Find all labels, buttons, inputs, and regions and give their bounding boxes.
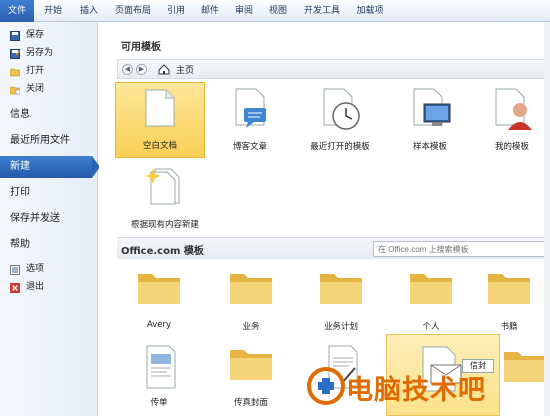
recent-templates-icon <box>323 88 360 130</box>
template-label: 传真封面 <box>233 398 268 408</box>
folder-icon <box>230 274 272 304</box>
exit-label: 退出 <box>26 282 45 292</box>
tab-file[interactable]: 文件 <box>0 0 34 22</box>
breadcrumb: ◀ ▶ 主页 <box>117 59 547 79</box>
exit-icon <box>10 282 20 293</box>
folder-label: Avery <box>146 320 172 330</box>
blog-post-icon <box>235 88 266 128</box>
close-command[interactable]: 关闭 <box>0 80 98 98</box>
folder-icon <box>320 274 362 304</box>
template-label: 传单 <box>150 398 168 408</box>
folder-icon <box>230 350 272 380</box>
nav-help[interactable]: 帮助 <box>0 234 98 256</box>
folder-icon <box>410 274 452 304</box>
template-label: 空白文档 <box>142 141 177 151</box>
close-label: 关闭 <box>26 84 45 94</box>
template-blog-post[interactable]: 博客文章 <box>205 82 295 158</box>
save-command[interactable]: 保存 <box>0 26 98 44</box>
template-label: 博客文章 <box>232 142 267 152</box>
blank-document-icon <box>145 89 175 127</box>
flyer-icon <box>146 345 176 389</box>
tab-references[interactable]: 引用 <box>162 0 190 22</box>
nav-print[interactable]: 打印 <box>0 182 98 204</box>
available-templates-heading: 可用模板 <box>121 42 161 53</box>
watermark-logo-icon <box>307 367 345 405</box>
tab-page-layout[interactable]: 页面布局 <box>110 0 156 22</box>
ribbon-tab-bar: 文件 开始 插入 页面布局 引用 邮件 审阅 视图 开发工具 加载项 <box>0 0 550 22</box>
vertical-scrollbar[interactable] <box>544 22 550 416</box>
template-samples[interactable]: 样本模板 <box>385 82 475 158</box>
folder-icon <box>488 274 530 304</box>
close-folder-icon <box>9 84 21 95</box>
folder-label: 业务计划 <box>323 322 358 332</box>
tab-mailings[interactable]: 邮件 <box>196 0 224 22</box>
tab-home[interactable]: 开始 <box>38 0 68 22</box>
folder-business[interactable]: 业务 <box>211 262 291 342</box>
new-from-existing-icon <box>145 168 180 205</box>
template-my-templates[interactable]: 我的模板 <box>475 82 549 158</box>
save-as-icon <box>10 48 21 59</box>
template-recent[interactable]: 最近打开的模板 <box>295 82 385 158</box>
tab-view[interactable]: 视图 <box>264 0 292 22</box>
folder-business-plan[interactable]: 业务计划 <box>301 262 381 342</box>
folder-personal[interactable]: 个人 <box>391 262 471 342</box>
options-label: 选项 <box>26 264 45 274</box>
open-label: 打开 <box>26 66 45 76</box>
nav-recent[interactable]: 最近所用文件 <box>0 130 98 152</box>
template-new-from-existing[interactable]: 根据现有内容新建 <box>115 160 215 236</box>
template-flyer[interactable]: 传单 <box>119 338 199 418</box>
save-label: 保存 <box>26 30 45 40</box>
breadcrumb-home[interactable]: 主页 <box>176 63 194 76</box>
folder-avery[interactable]: Avery <box>119 262 199 342</box>
tab-insert[interactable]: 插入 <box>74 0 104 22</box>
template-label: 最近打开的模板 <box>310 142 370 152</box>
tab-review[interactable]: 审阅 <box>230 0 258 22</box>
backstage-nav: 保存 另存为 打开 关闭 信息 最近所用文件 新建 打印 保存并发送 帮助 选项… <box>0 22 100 416</box>
tab-add-ins[interactable]: 加载项 <box>352 0 388 22</box>
office-search-input[interactable] <box>373 241 547 257</box>
sample-templates-icon <box>413 88 451 126</box>
template-label: 样本模板 <box>412 142 447 152</box>
template-label: 我的模板 <box>494 142 529 152</box>
nav-save-send[interactable]: 保存并发送 <box>0 208 98 230</box>
office-templates-heading: Office.com 模板 <box>121 246 204 257</box>
template-blank-document[interactable]: 空白文档 <box>115 82 205 158</box>
forward-arrow-icon[interactable]: ▶ <box>136 64 147 75</box>
save-as-label: 另存为 <box>26 48 54 58</box>
home-icon[interactable] <box>158 64 170 78</box>
back-arrow-icon[interactable]: ◀ <box>122 64 133 75</box>
watermark: 电脑技术吧 <box>306 364 550 408</box>
tab-developer[interactable]: 开发工具 <box>300 0 344 22</box>
open-folder-icon <box>9 66 21 77</box>
options-icon <box>10 264 20 275</box>
options-command[interactable]: 选项 <box>0 260 98 278</box>
template-fax-cover[interactable]: 传真封面 <box>211 338 291 418</box>
exit-command[interactable]: 退出 <box>0 278 98 296</box>
nav-new[interactable]: 新建 <box>0 156 100 178</box>
folder-books[interactable]: 书籍 <box>469 262 549 342</box>
folder-label: 书籍 <box>500 322 518 332</box>
watermark-text: 电脑技术吧 <box>346 375 486 406</box>
folder-label: 个人 <box>422 322 440 332</box>
folder-icon <box>138 274 180 304</box>
open-command[interactable]: 打开 <box>0 62 98 80</box>
save-icon <box>10 30 20 41</box>
nav-info[interactable]: 信息 <box>0 104 98 126</box>
save-as-command[interactable]: 另存为 <box>0 44 98 62</box>
folder-label: 业务 <box>242 322 260 332</box>
my-templates-icon <box>495 88 532 130</box>
template-label: 根据现有内容新建 <box>130 220 199 230</box>
